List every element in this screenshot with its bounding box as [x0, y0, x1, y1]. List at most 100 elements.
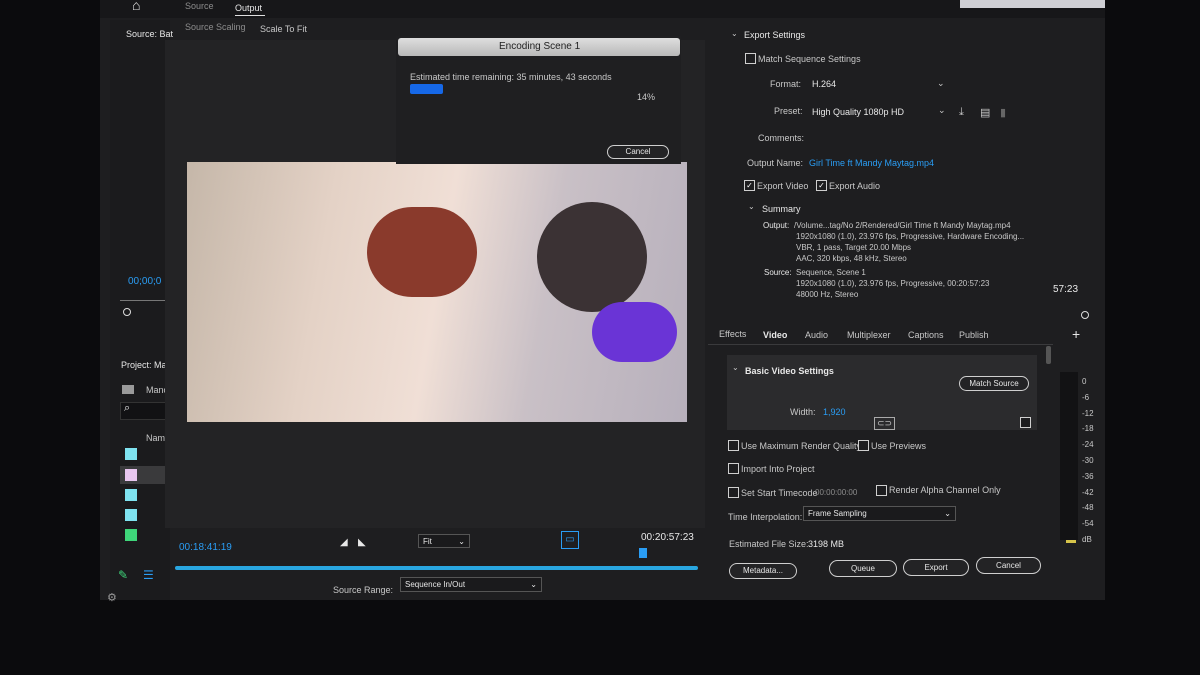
chevron-down-icon[interactable]: ⌄	[938, 105, 946, 116]
file-size-label: Estimated File Size:	[729, 539, 809, 549]
max-render-quality-checkbox[interactable]	[728, 440, 739, 451]
tab-output[interactable]: Output	[235, 3, 262, 13]
source-range-dropdown[interactable]: Sequence In/Out ⌄	[400, 577, 542, 592]
audio-meter	[1060, 372, 1078, 540]
right-playhead[interactable]	[1081, 311, 1089, 319]
tab-video[interactable]: Video	[763, 330, 787, 340]
tab-audio[interactable]: Audio	[805, 330, 828, 340]
meter-tick-label: -48	[1082, 503, 1094, 513]
format-label: Format:	[770, 79, 802, 89]
column-name-header[interactable]: Nam	[146, 433, 165, 443]
mark-out-icon[interactable]: ◣	[358, 537, 366, 548]
width-value[interactable]: 1,920	[823, 407, 846, 417]
tab-source[interactable]: Source	[185, 1, 214, 11]
summary-output-line: /Volume...tag/No 2/Rendered/Girl Time ft…	[794, 221, 1011, 230]
pencil-icon[interactable]: ✎	[118, 568, 128, 582]
basic-video-header[interactable]: Basic Video Settings	[745, 366, 834, 376]
chevron-down-icon: ⌄	[944, 509, 951, 518]
label-swatch	[125, 448, 137, 460]
preset-value[interactable]: High Quality 1080p HD	[812, 107, 904, 117]
encoding-cancel-button[interactable]: Cancel	[607, 145, 669, 159]
mark-in-icon[interactable]: ◢	[340, 537, 348, 548]
timeline-track[interactable]	[175, 566, 698, 570]
queue-button[interactable]: Queue	[829, 560, 897, 577]
export-video-checkbox[interactable]: ✓	[744, 180, 755, 191]
meter-tick-label: dB	[1082, 535, 1092, 544]
export-button[interactable]: Export	[903, 559, 969, 576]
add-icon[interactable]: +	[1072, 326, 1080, 342]
playhead-marker[interactable]	[639, 548, 647, 558]
export-audio-checkbox[interactable]: ✓	[816, 180, 827, 191]
encoding-progress-bar	[410, 84, 644, 94]
output-tab-underline	[235, 15, 265, 16]
list-view-icon[interactable]: ☰	[143, 568, 154, 582]
left-timecode: 00;00;0	[128, 276, 162, 287]
chevron-down-icon[interactable]: ⌄	[937, 78, 945, 89]
meter-tick-label: -42	[1082, 487, 1094, 497]
home-icon[interactable]: ⌂	[132, 0, 140, 13]
set-start-timecode-checkbox[interactable]	[728, 487, 739, 498]
tab-effects[interactable]: Effects	[719, 329, 746, 339]
width-label: Width:	[790, 407, 816, 417]
chevron-down-icon[interactable]: ⌄	[732, 363, 739, 372]
cancel-button[interactable]: Cancel	[976, 557, 1041, 574]
format-value[interactable]: H.264	[812, 79, 836, 89]
source-range-value: Sequence In/Out	[405, 580, 466, 589]
time-interpolation-dropdown[interactable]: Frame Sampling ⌄	[803, 506, 956, 521]
link-icon[interactable]: ⊂⊃	[874, 417, 896, 430]
export-video-label: Export Video	[757, 181, 809, 191]
aspect-toggle-icon[interactable]: ▭	[561, 531, 579, 549]
summary-header[interactable]: Summary	[762, 204, 801, 214]
frame-detail-purple	[592, 302, 677, 362]
meter-tick-label: -30	[1082, 456, 1094, 465]
width-checkbox[interactable]	[1020, 417, 1031, 428]
folder-icon	[122, 385, 134, 394]
import-into-project-checkbox[interactable]	[728, 463, 739, 474]
label-swatch	[125, 529, 137, 541]
encoding-progress-fill	[410, 84, 443, 94]
tab-multiplexer[interactable]: Multiplexer	[847, 330, 891, 340]
frame-detail-dark	[537, 202, 647, 312]
time-remaining-text: Estimated time remaining: 35 minutes, 43…	[410, 72, 612, 82]
save-preset-icon[interactable]: ⤓	[959, 106, 964, 119]
summary-output-label: Output:	[763, 221, 790, 230]
summary-source-line: Sequence, Scene 1	[796, 268, 866, 277]
label-swatch	[125, 509, 137, 521]
match-source-button[interactable]: Match Source	[959, 376, 1029, 391]
max-render-quality-label: Use Maximum Render Quality	[741, 441, 862, 451]
import-preset-icon[interactable]: ▤	[980, 106, 990, 119]
fit-dropdown[interactable]: Fit ⌄	[418, 534, 470, 548]
left-source-tab[interactable]: Source: Bat	[126, 29, 173, 39]
tab-captions[interactable]: Captions	[908, 330, 944, 340]
left-panel	[110, 20, 170, 600]
render-alpha-checkbox[interactable]	[876, 485, 887, 496]
start-timecode-value[interactable]: 00:00:00:00	[815, 488, 857, 497]
project-title: Project: Ma	[121, 360, 167, 370]
time-interpolation-label: Time Interpolation:	[728, 512, 803, 522]
use-previews-label: Use Previews	[871, 441, 927, 451]
menubar-icons	[960, 0, 1105, 8]
source-range-label: Source Range:	[333, 585, 394, 595]
left-playhead[interactable]	[123, 308, 131, 316]
use-previews-checkbox[interactable]	[858, 440, 869, 451]
delete-preset-icon[interactable]: ▮	[1000, 106, 1006, 119]
comments-label: Comments:	[758, 133, 805, 143]
export-settings-header[interactable]: Export Settings	[744, 30, 805, 40]
preset-label: Preset:	[774, 106, 803, 116]
tab-publish[interactable]: Publish	[959, 330, 989, 340]
left-ruler	[120, 300, 168, 301]
settings-icon[interactable]: ⚙	[107, 591, 117, 604]
settings-scrollbar[interactable]	[1046, 346, 1051, 364]
search-icon: ⌕	[124, 402, 131, 414]
export-audio-label: Export Audio	[829, 181, 881, 191]
metadata-button[interactable]: Metadata...	[729, 563, 797, 579]
output-name-link[interactable]: Girl Time ft Mandy Maytag.mp4	[809, 158, 934, 168]
meter-tick-label: -54	[1082, 519, 1094, 529]
source-scaling-value[interactable]: Scale To Fit	[260, 24, 307, 34]
summary-output-line: AAC, 320 kbps, 48 kHz, Stereo	[796, 254, 907, 263]
meter-tick-label: -6	[1082, 392, 1090, 402]
meter-tick-label: -36	[1082, 471, 1094, 481]
render-alpha-label: Render Alpha Channel Only	[889, 485, 1001, 495]
chevron-down-icon[interactable]: ⌄	[748, 202, 755, 211]
match-sequence-checkbox[interactable]	[745, 53, 756, 64]
